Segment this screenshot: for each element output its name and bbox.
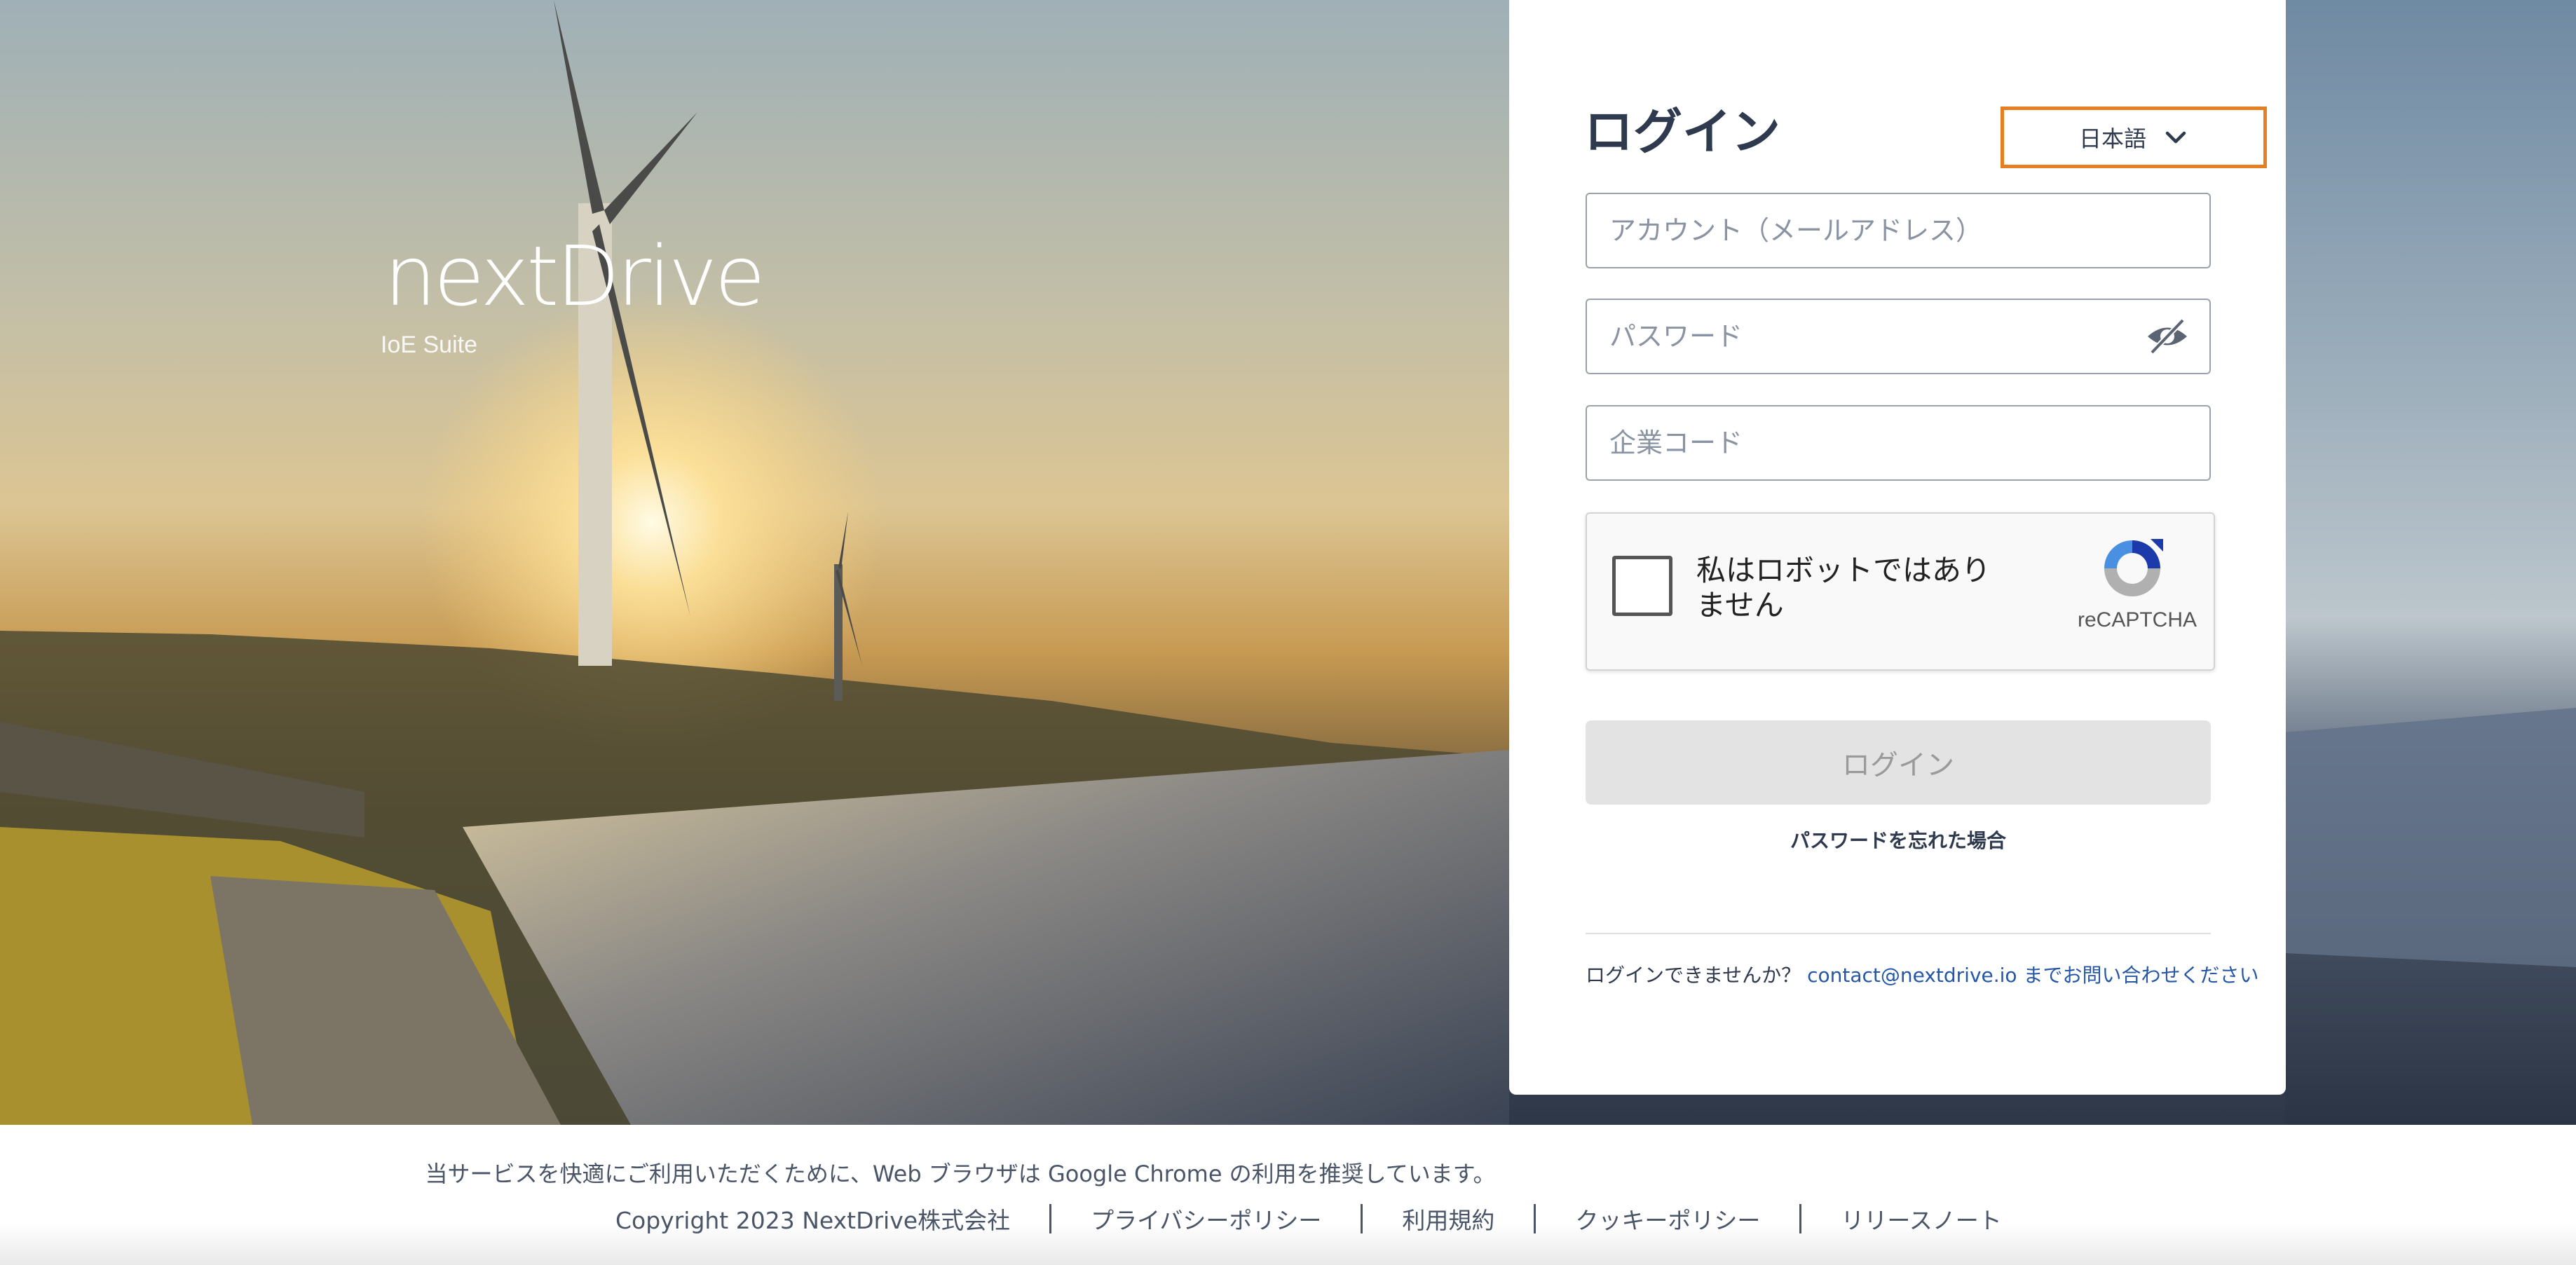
logo-subtitle: IoE Suite [381, 331, 477, 358]
browser-recommendation: 当サービスを快適にご利用いただくために、Web ブラウザは Google Chr… [425, 1161, 1496, 1187]
recaptcha-widget: 私はロボットではありません reCAPTCHA [1586, 512, 2215, 671]
privacy-policy-link[interactable]: プライバシーポリシー [1091, 1202, 1321, 1236]
language-selected: 日本語 [2078, 125, 2146, 152]
terms-link[interactable]: 利用規約 [1402, 1202, 1494, 1236]
forgot-password-link[interactable]: パスワードを忘れた場合 [1586, 826, 2211, 854]
password-field-wrapper [1586, 299, 2211, 374]
footer-separator [1361, 1204, 1363, 1233]
contact-link[interactable]: contact@nextdrive.io までお問い合わせください [1807, 964, 2258, 987]
footer-links: Copyright 2023 NextDrive株式会社 プライバシーポリシー … [615, 1202, 2002, 1236]
cookie-policy-link[interactable]: クッキーポリシー [1575, 1202, 1760, 1236]
recaptcha-label: 私はロボットではありません [1696, 553, 1991, 622]
account-email-input[interactable] [1586, 193, 2211, 268]
copyright: Copyright 2023 NextDrive株式会社 [615, 1207, 1011, 1234]
release-notes-link[interactable]: リリースノート [1841, 1202, 2001, 1236]
footer: 当サービスを快適にご利用いただくために、Web ブラウザは Google Chr… [0, 1125, 2576, 1265]
recaptcha-brand: reCAPTCHA [2078, 608, 2197, 631]
footer-separator [1049, 1204, 1052, 1233]
recaptcha-icon [2104, 539, 2163, 596]
help-text: ログインできませんか？ contact@nextdrive.io までお問い合わ… [1586, 960, 2258, 988]
nextdrive-logo: nextDrive [384, 228, 765, 324]
chevron-down-icon [2165, 131, 2186, 144]
password-input[interactable] [1586, 299, 2211, 374]
company-code-input[interactable] [1586, 405, 2211, 481]
login-title: ログイン [1584, 103, 1780, 160]
recaptcha-checkbox[interactable] [1612, 556, 1672, 616]
language-selector[interactable]: 日本語 [2001, 107, 2267, 168]
login-button[interactable]: ログイン [1586, 720, 2211, 805]
eye-off-icon[interactable] [2145, 317, 2190, 355]
footer-separator [1799, 1204, 1802, 1233]
login-card: ログイン 日本語 私はロボットではありません reCAPTCHA ログイン パス… [1509, 0, 2286, 1095]
help-prefix: ログインできませんか？ [1586, 964, 1808, 987]
divider [1586, 933, 2211, 934]
footer-separator [1534, 1204, 1536, 1233]
